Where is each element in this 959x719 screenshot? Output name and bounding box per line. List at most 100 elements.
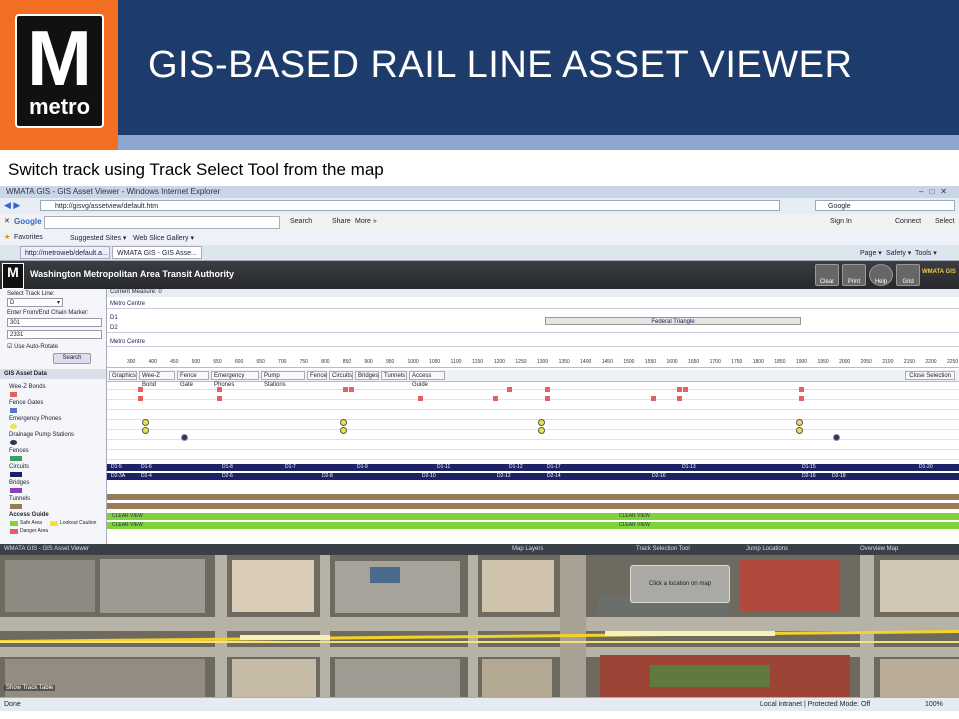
- wee-z-bond-marker[interactable]: [138, 387, 143, 392]
- suggested-sites-link[interactable]: Suggested Sites ▾: [70, 234, 126, 242]
- emergency-phone-marker[interactable]: [142, 419, 149, 426]
- tab-bridges[interactable]: Bridges: [355, 371, 379, 380]
- tunnel-bar[interactable]: [107, 494, 959, 500]
- safety-menu[interactable]: Safety ▾: [886, 249, 911, 257]
- from-marker-input[interactable]: 301: [7, 318, 102, 327]
- tab-wee-z-bond[interactable]: Wee-Z Bond: [139, 371, 175, 388]
- wee-z-bond-marker[interactable]: [799, 387, 804, 392]
- wee-z-bond-marker[interactable]: [651, 396, 656, 401]
- wee-z-bond-marker[interactable]: [545, 396, 550, 401]
- tools-menu[interactable]: Tools ▾: [915, 249, 937, 257]
- app-screenshot: WMATA GIS - GIS Asset Viewer - Windows I…: [0, 186, 959, 711]
- favorites-button[interactable]: Favorites: [14, 234, 43, 241]
- legend-bridges: Bridges: [9, 480, 30, 486]
- wee-z-bond-marker[interactable]: [677, 396, 682, 401]
- ruler-tick-label: 1650: [688, 359, 700, 365]
- legend-circuits: Circuits: [9, 464, 30, 470]
- emergency-phone-marker[interactable]: [538, 427, 545, 434]
- pump-station-marker[interactable]: [833, 434, 840, 441]
- legend-swatch: [10, 488, 22, 493]
- ruler-tick-label: 1450: [601, 359, 613, 365]
- track-line-value: D: [10, 300, 15, 306]
- emergency-phone-marker[interactable]: [340, 419, 347, 426]
- map-layers-button[interactable]: Map Layers: [512, 544, 543, 555]
- clear-tool-button[interactable]: Clear: [815, 264, 839, 286]
- wee-z-bond-marker[interactable]: [217, 387, 222, 392]
- tunnel-bar[interactable]: [107, 503, 959, 509]
- wee-z-bond-marker[interactable]: [677, 387, 682, 392]
- aerial-map[interactable]: Click a location on map Show Track Table: [0, 555, 959, 697]
- more-button[interactable]: More »: [355, 218, 377, 225]
- legend-swatch: [10, 472, 22, 477]
- street: [468, 555, 478, 697]
- emergency-phone-marker[interactable]: [796, 419, 803, 426]
- tab-graphics[interactable]: Graphics: [109, 371, 137, 380]
- wee-z-bond-marker[interactable]: [683, 387, 688, 392]
- tab-circuits[interactable]: Circuits: [329, 371, 353, 380]
- grid-tool-button[interactable]: Grid: [896, 264, 920, 286]
- overview-map-button[interactable]: Overview Map: [860, 544, 898, 555]
- tab-tunnels[interactable]: Tunnels: [381, 371, 407, 380]
- emergency-phone-marker[interactable]: [538, 419, 545, 426]
- building: [5, 659, 205, 697]
- wee-z-bond-marker[interactable]: [138, 396, 143, 401]
- auto-rotate-checkbox[interactable]: ☑ Use Auto-Rotate: [7, 343, 58, 350]
- wee-z-bond-marker[interactable]: [545, 387, 550, 392]
- wee-z-bond-marker[interactable]: [349, 387, 354, 392]
- tab-access-guide[interactable]: Access Guide: [409, 371, 445, 388]
- sign-in-link[interactable]: Sign In: [830, 218, 852, 225]
- station-platform[interactable]: [240, 635, 330, 640]
- zoom-level[interactable]: 100%: [925, 698, 943, 711]
- show-track-table-button[interactable]: Show Track Table: [4, 685, 56, 691]
- wee-z-bond-marker[interactable]: [799, 396, 804, 401]
- track-line-select[interactable]: D ▾: [7, 298, 63, 307]
- close-selection-button[interactable]: Close Selection: [905, 371, 955, 380]
- address-field[interactable]: http://gisvg/assetview/default.htm: [40, 200, 780, 211]
- print-tool-button[interactable]: Print: [842, 264, 866, 286]
- track-line-label: Select Track Line:: [7, 291, 55, 297]
- pump-station-marker[interactable]: [181, 434, 188, 441]
- wee-z-bond-marker[interactable]: [217, 396, 222, 401]
- track-select-tool-button[interactable]: Track Selection Tool: [636, 544, 690, 555]
- select-button[interactable]: Select: [935, 218, 954, 225]
- circuit-label: D1-8: [222, 464, 233, 470]
- tab-emergency-phones[interactable]: Emergency Phones: [211, 371, 259, 388]
- google-search-input[interactable]: [44, 216, 280, 229]
- building: [880, 560, 959, 612]
- tab-pump-stations[interactable]: Pump Stations: [261, 371, 305, 388]
- search-button[interactable]: Search: [53, 353, 91, 364]
- emergency-phone-marker[interactable]: [142, 427, 149, 434]
- window-controls[interactable]: –□✕: [919, 187, 953, 196]
- tab-wmata-gis[interactable]: WMATA GIS - GIS Asse...: [112, 246, 202, 259]
- tab-fence[interactable]: Fence: [307, 371, 327, 380]
- station-platform[interactable]: [605, 631, 775, 636]
- connect-button[interactable]: Connect: [895, 218, 921, 225]
- app-title: Washington Metropolitan Area Transit Aut…: [30, 269, 235, 279]
- web-slice-gallery-link[interactable]: Web Slice Gallery ▾: [133, 234, 194, 242]
- wee-z-bond-marker[interactable]: [343, 387, 348, 392]
- close-icon[interactable]: ✕: [4, 217, 10, 225]
- share-button[interactable]: Share: [332, 218, 351, 225]
- emergency-phone-marker[interactable]: [340, 427, 347, 434]
- back-forward-icon[interactable]: ◀ ▶: [4, 200, 20, 211]
- page-menu[interactable]: Page ▾: [860, 249, 882, 257]
- federal-triangle-station[interactable]: Federal Triangle: [545, 317, 801, 325]
- wee-z-bond-marker[interactable]: [493, 396, 498, 401]
- circuit-track-d2[interactable]: D2-3A D2-4 D2-6 D2-8 D2-10 D2-12 D2-14 D2-16 D2-…: [107, 473, 959, 480]
- access-guide-bar[interactable]: CLEAR VIEW CLEAR VIEW: [107, 513, 959, 520]
- tab-fence-gate[interactable]: Fence Gate: [177, 371, 209, 388]
- wee-z-bond-marker[interactable]: [418, 396, 423, 401]
- map-toolbar: WMATA GIS - GIS Asset Viewer Map Layers …: [0, 544, 959, 555]
- browser-search-field[interactable]: Google: [815, 200, 955, 211]
- jump-locations-button[interactable]: Jump Locations: [746, 544, 788, 555]
- rail-line[interactable]: [0, 641, 959, 643]
- tab-metroweb[interactable]: http://metroweb/default.a...: [20, 246, 110, 259]
- wee-z-bond-marker[interactable]: [507, 387, 512, 392]
- google-search-button[interactable]: Search: [290, 218, 312, 225]
- to-marker-input[interactable]: 2331: [7, 330, 102, 339]
- access-guide-bar[interactable]: CLEAR VIEW CLEAR VIEW: [107, 522, 959, 529]
- circuit-track-d1[interactable]: D1-5 D1-6 D1-8 D1-7 D1-9 D1-11 D1-12 D1-17 D1-13…: [107, 464, 959, 471]
- emergency-phone-marker[interactable]: [796, 427, 803, 434]
- help-tool-button[interactable]: Help: [869, 264, 893, 286]
- logo-letter: M: [27, 14, 92, 102]
